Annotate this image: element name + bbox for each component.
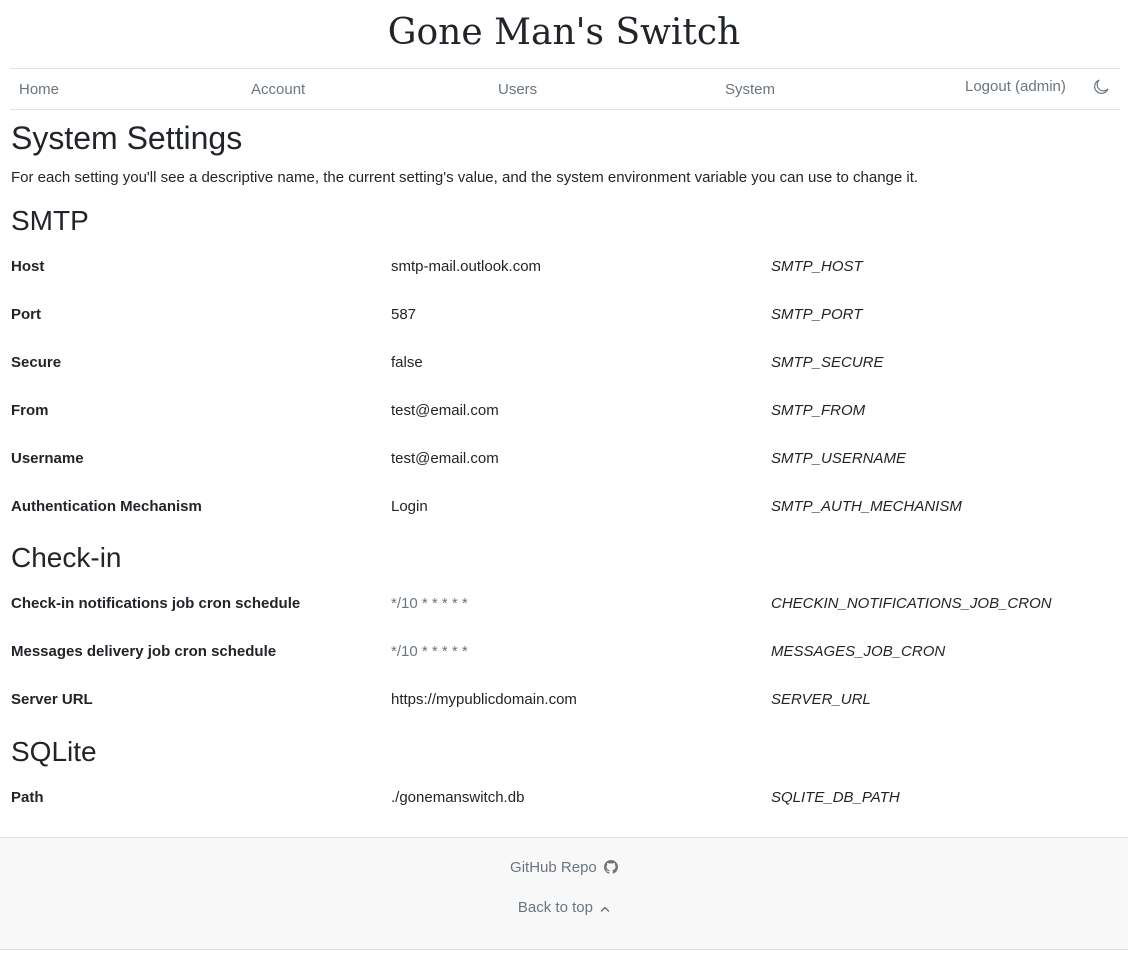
github-repo-link[interactable]: GitHub Repo — [0, 859, 1128, 878]
setting-name: Path — [11, 789, 44, 806]
setting-row: Authentication Mechanism Login SMTP_AUTH… — [11, 498, 1121, 522]
setting-row: Secure false SMTP_SECURE — [11, 354, 1121, 378]
setting-row: Check-in notifications job cron schedule… — [11, 595, 1121, 619]
setting-env-var: SMTP_PORT — [771, 306, 863, 323]
setting-value: https://mypublicdomain.com — [391, 691, 577, 708]
setting-name: Check-in notifications job cron schedule — [11, 595, 301, 612]
setting-value: */10 * * * * * — [391, 595, 468, 612]
setting-name: Messages delivery job cron schedule — [11, 643, 277, 660]
setting-row: Port 587 SMTP_PORT — [11, 306, 1121, 330]
setting-row: Username test@email.com SMTP_USERNAME — [11, 450, 1121, 474]
setting-value: smtp-mail.outlook.com — [391, 258, 542, 275]
site-title: Gone Man's Switch — [387, 12, 741, 53]
section-heading-sqlite: SQLite — [11, 736, 97, 767]
github-icon — [603, 860, 618, 878]
setting-env-var: SMTP_FROM — [771, 402, 866, 419]
setting-value: ./gonemanswitch.db — [391, 789, 525, 806]
setting-env-var: SMTP_SECURE — [771, 354, 884, 371]
setting-value: test@email.com — [391, 402, 499, 419]
setting-env-var: CHECKIN_NOTIFICATIONS_JOB_CRON — [771, 595, 1052, 612]
setting-name: Host — [11, 258, 45, 275]
moon-icon[interactable] — [1093, 79, 1111, 97]
section-heading-check-in: Check-in — [11, 542, 122, 573]
navbar: Home Account Users System Logout (admin) — [10, 68, 1120, 110]
setting-value: test@email.com — [391, 450, 499, 467]
setting-env-var: SMTP_HOST — [771, 258, 863, 275]
github-repo-label: GitHub Repo — [510, 859, 597, 876]
setting-value: Login — [391, 498, 428, 515]
setting-row: From test@email.com SMTP_FROM — [11, 402, 1121, 426]
back-to-top-label: Back to top — [517, 899, 593, 916]
setting-row: Server URL https://mypublicdomain.com SE… — [11, 691, 1121, 715]
nav-account-link[interactable]: Account — [251, 81, 305, 98]
setting-value: */10 * * * * * — [391, 643, 468, 660]
setting-name: Username — [11, 450, 84, 467]
setting-env-var: MESSAGES_JOB_CRON — [771, 643, 946, 660]
page-description: For each setting you'll see a descriptiv… — [11, 169, 919, 186]
setting-name: Server URL — [11, 691, 93, 708]
setting-name: Authentication Mechanism — [11, 498, 202, 515]
back-to-top-link[interactable]: Back to top — [0, 899, 1128, 918]
setting-value: 587 — [391, 306, 417, 323]
setting-env-var: SERVER_URL — [771, 691, 871, 708]
section-heading-smtp: SMTP — [11, 205, 89, 236]
nav-logout-link[interactable]: Logout (admin) — [965, 78, 1066, 95]
setting-value: false — [391, 354, 423, 371]
footer: GitHub Repo Back to top — [0, 837, 1128, 950]
chevron-up-icon — [600, 901, 610, 918]
setting-name: Secure — [11, 354, 62, 371]
setting-env-var: SMTP_AUTH_MECHANISM — [771, 498, 962, 515]
nav-users-link[interactable]: Users — [498, 81, 537, 98]
setting-row: Host smtp-mail.outlook.com SMTP_HOST — [11, 258, 1121, 282]
nav-home-link[interactable]: Home — [19, 81, 59, 98]
page-title: System Settings — [11, 120, 243, 156]
setting-env-var: SMTP_USERNAME — [771, 450, 907, 467]
setting-row: Messages delivery job cron schedule */10… — [11, 643, 1121, 667]
setting-name: Port — [11, 306, 41, 323]
setting-env-var: SQLITE_DB_PATH — [771, 789, 900, 806]
nav-system-link[interactable]: System — [725, 81, 775, 98]
setting-name: From — [11, 402, 49, 419]
setting-row: Path ./gonemanswitch.db SQLITE_DB_PATH — [11, 789, 1121, 813]
